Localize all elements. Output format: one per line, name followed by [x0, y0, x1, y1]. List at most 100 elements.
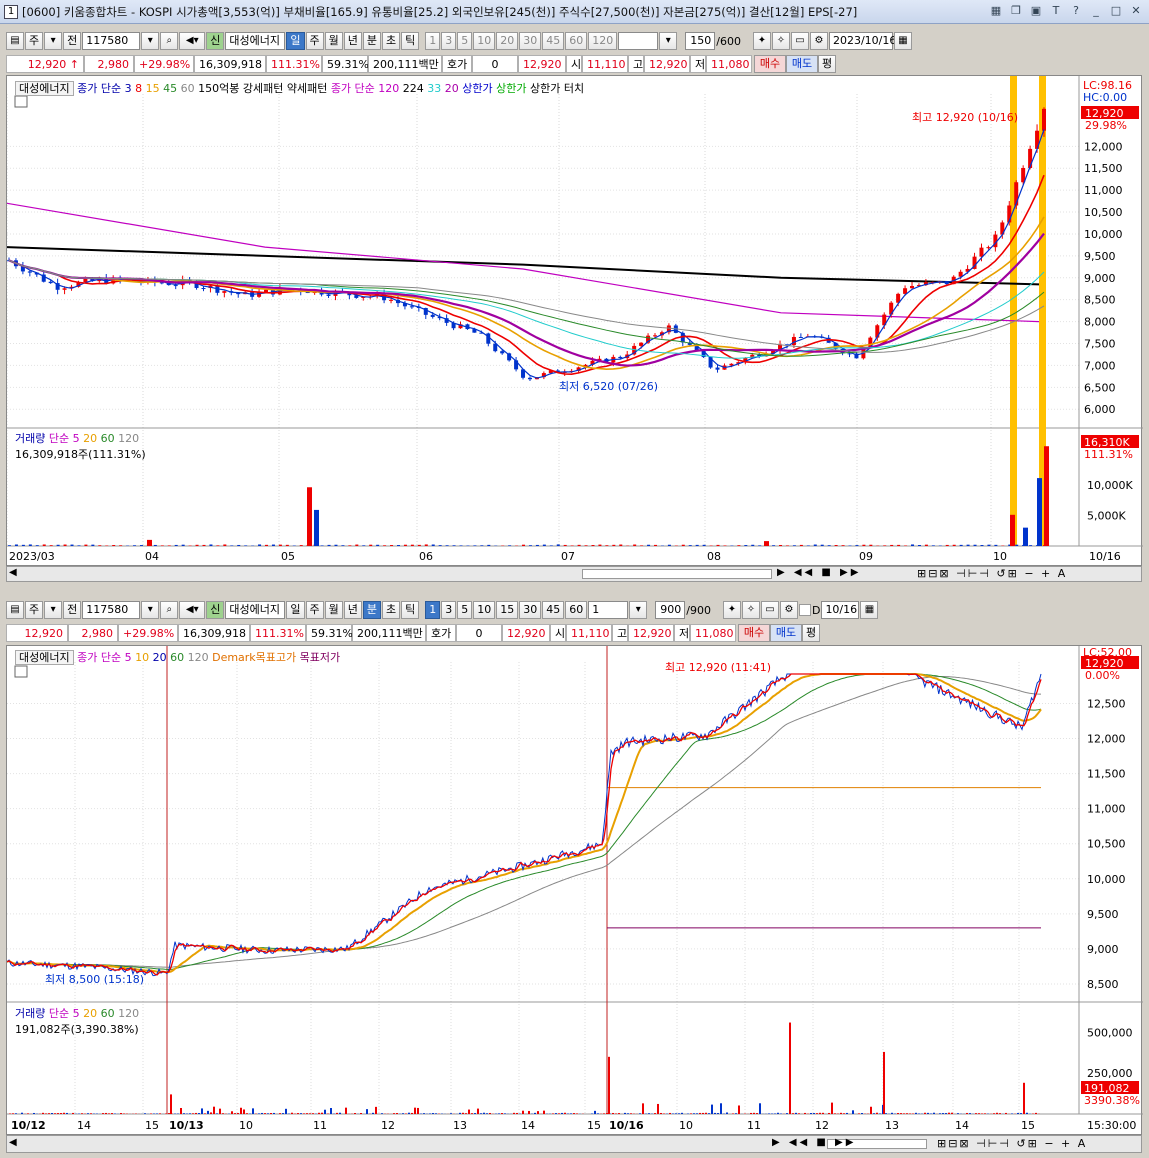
num-1[interactable]: 1	[425, 601, 441, 619]
buy-button[interactable]: 매수	[754, 54, 786, 73]
num-60[interactable]: 60	[565, 32, 588, 50]
chart-menu-icon[interactable]: ▤	[6, 32, 24, 50]
scroll-left-icon[interactable]: ◀	[9, 567, 17, 578]
grid-icon[interactable]: ▦	[989, 4, 1003, 18]
minimize-icon[interactable]: _	[1089, 4, 1103, 18]
code-input[interactable]: 117580	[82, 32, 141, 50]
period-minute[interactable]: 분	[362, 32, 381, 50]
volume-bar	[759, 1103, 761, 1114]
zoom-icon[interactable]: ✦	[722, 601, 741, 619]
num-45[interactable]: 45	[542, 32, 565, 50]
num-30[interactable]: 30	[519, 601, 542, 619]
date-input[interactable]: 2023/10/16	[828, 32, 896, 50]
search-icon[interactable]: ⌕	[160, 601, 179, 619]
flat-button[interactable]: 평	[818, 54, 836, 73]
top-scrollbar[interactable]: ◀ ▶ ◀◀ ■ ▶▶ ⊞⊟⊠ ⊣⊢⊣ ↺⊞ − + A	[6, 566, 1142, 582]
help-icon[interactable]: ?	[1069, 4, 1083, 18]
num-1[interactable]: 1	[425, 32, 441, 50]
chevron-down-icon[interactable]: ▾	[44, 32, 63, 50]
save-icon[interactable]: ▭	[760, 601, 779, 619]
crosshair-icon[interactable]: ✧	[771, 32, 790, 50]
num-5[interactable]: 5	[457, 32, 473, 50]
period-day[interactable]: 일	[286, 32, 305, 50]
period-week[interactable]: 주	[305, 32, 324, 50]
chevron-down-icon[interactable]: ▾	[141, 601, 160, 619]
count-input[interactable]: 900	[655, 601, 686, 619]
top-chart-panel[interactable]: 12,000 11,500 11,000 10,500 10,000 9,500 9,000…	[6, 75, 1143, 567]
buy-button[interactable]: 매수	[738, 623, 770, 642]
calendar-icon[interactable]: ▦	[893, 32, 912, 50]
gear-icon[interactable]: ⚙	[809, 32, 828, 50]
period-week[interactable]: 주	[305, 601, 324, 619]
period-month[interactable]: 월	[324, 601, 343, 619]
num-3[interactable]: 3	[441, 601, 457, 619]
num-10[interactable]: 10	[473, 601, 496, 619]
tools-icon[interactable]: ⊞⊟⊠ ⊣⊢⊣ ↺⊞ − + A	[937, 1137, 1087, 1150]
save-icon[interactable]: ▭	[790, 32, 809, 50]
num-5[interactable]: 5	[457, 601, 473, 619]
num-30[interactable]: 30	[519, 32, 542, 50]
tools-icon[interactable]: ⊞⊟⊠ ⊣⊢⊣ ↺⊞ − + A	[917, 567, 1067, 580]
legend-stock: 대성에너지	[15, 650, 74, 665]
minute-chart[interactable]: 12,500 12,000 11,500 11,000 10,500 10,000 9,50…	[6, 646, 1143, 1136]
sell-button[interactable]: 매도	[770, 623, 802, 642]
close-icon[interactable]: ✕	[1129, 4, 1143, 18]
bottom-scrollbar[interactable]: ◀ ▶ ◀◀ ■ ▶▶ ⊞⊟⊠ ⊣⊢⊣ ↺⊞ − + A	[6, 1135, 1142, 1153]
chevron-down-icon[interactable]: ▾	[44, 601, 63, 619]
chart-menu-icon[interactable]: ▤	[6, 601, 24, 619]
chevron-down-icon[interactable]: ▾	[141, 32, 160, 50]
date-checkbox[interactable]	[798, 604, 811, 616]
calendar-icon[interactable]: ▦	[860, 601, 879, 619]
num-10[interactable]: 10	[473, 32, 496, 50]
period-second[interactable]: 초	[382, 601, 401, 619]
maximize-icon[interactable]: □	[1109, 4, 1123, 18]
period-month[interactable]: 월	[324, 32, 343, 50]
volume-bar	[240, 1107, 242, 1114]
volume-bar	[153, 1113, 155, 1114]
prev-button[interactable]: 전	[63, 601, 82, 619]
period-tick[interactable]: 틱	[401, 32, 420, 50]
playback-icon[interactable]: ▶ ◀◀ ■ ▶▶	[777, 567, 861, 578]
daily-chart[interactable]: 12,000 11,500 11,000 10,500 10,000 9,500 9,000…	[6, 76, 1143, 567]
num-20[interactable]: 20	[496, 32, 519, 50]
period-second[interactable]: 초	[382, 32, 401, 50]
pin-icon[interactable]: T	[1049, 4, 1063, 18]
num-15[interactable]: 15	[496, 601, 519, 619]
custom-period-input[interactable]: 1	[588, 601, 629, 619]
restore-icon[interactable]: ❐	[1009, 4, 1023, 18]
scroll-thumb[interactable]	[582, 569, 772, 579]
volume-bar	[210, 1112, 212, 1114]
zoom-icon[interactable]: ✦	[752, 32, 771, 50]
prev-button[interactable]: 전	[63, 32, 82, 50]
gear-icon[interactable]: ⚙	[779, 601, 798, 619]
flat-button[interactable]: 평	[802, 623, 820, 642]
crosshair-icon[interactable]: ✧	[741, 601, 760, 619]
custom-period-input[interactable]	[618, 32, 659, 50]
period-tick[interactable]: 틱	[401, 601, 420, 619]
period-year[interactable]: 년	[343, 601, 362, 619]
date-input[interactable]: 10/16	[821, 601, 860, 619]
stock-name[interactable]: 대성에너지	[225, 32, 286, 50]
sell-button[interactable]: 매도	[786, 54, 818, 73]
num-3[interactable]: 3	[441, 32, 457, 50]
type-select[interactable]: 주	[25, 32, 44, 50]
stock-name[interactable]: 대성에너지	[225, 601, 286, 619]
chevron-down-icon[interactable]: ▾	[659, 32, 678, 50]
search-icon[interactable]: ⌕	[160, 32, 179, 50]
chevron-down-icon[interactable]: ▾	[629, 601, 648, 619]
type-select[interactable]: 주	[25, 601, 44, 619]
num-60[interactable]: 60	[565, 601, 588, 619]
count-input[interactable]: 150	[685, 32, 716, 50]
scroll-left-icon[interactable]: ◀	[9, 1137, 17, 1148]
num-45[interactable]: 45	[542, 601, 565, 619]
speaker-icon[interactable]: ◀▾	[179, 32, 206, 50]
speaker-icon[interactable]: ◀▾	[179, 601, 206, 619]
period-day[interactable]: 일	[286, 601, 305, 619]
tile-icon[interactable]: ▣	[1029, 4, 1043, 18]
playback-icon[interactable]: ▶ ◀◀ ■ ▶▶	[772, 1137, 856, 1148]
bottom-chart-panel[interactable]: 12,500 12,000 11,500 11,000 10,500 10,000 9,50…	[6, 645, 1143, 1136]
period-year[interactable]: 년	[343, 32, 362, 50]
code-input[interactable]: 117580	[82, 601, 141, 619]
period-minute[interactable]: 분	[362, 601, 381, 619]
num-120[interactable]: 120	[588, 32, 618, 50]
